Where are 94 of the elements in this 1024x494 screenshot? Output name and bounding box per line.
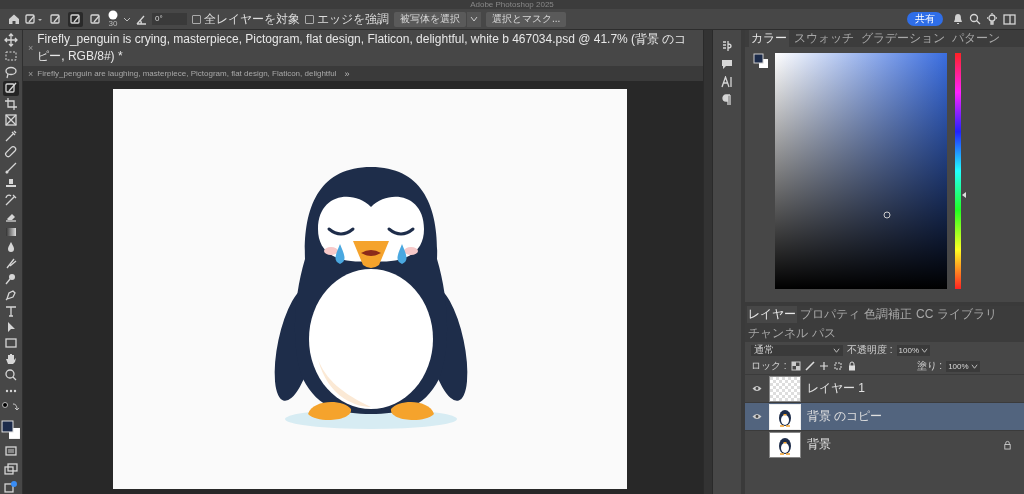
panel-tab[interactable]: カラー [749, 30, 789, 47]
window-title: Adobe Photoshop 2025 [470, 0, 554, 9]
crop-icon[interactable] [3, 96, 19, 112]
selection-add-icon[interactable] [68, 11, 83, 27]
fill-label: 塗り : [916, 359, 943, 373]
eyedropper-icon[interactable] [3, 128, 19, 144]
select-subject-button[interactable]: 被写体を選択 [394, 11, 466, 27]
dropdown-button[interactable] [467, 11, 481, 27]
lock-move-icon[interactable] [818, 361, 829, 371]
rectangle-icon[interactable] [3, 335, 19, 351]
select-and-mask-button[interactable]: 選択とマスク... [486, 11, 567, 27]
eye-icon[interactable] [752, 385, 762, 392]
lock-transparency-icon[interactable] [790, 361, 801, 371]
caret-icon [833, 346, 840, 354]
opacity-label: 不透明度 : [847, 343, 893, 357]
home-icon[interactable] [8, 13, 20, 25]
lock-brush-icon[interactable] [804, 361, 815, 371]
brush-icon[interactable] [3, 160, 19, 176]
frame-icon[interactable] [3, 112, 19, 128]
close-tab-button[interactable]: × [28, 43, 34, 53]
lightbulb-icon[interactable] [986, 13, 998, 25]
history-brush-icon[interactable] [3, 192, 19, 208]
fill-value: 100% [948, 361, 969, 371]
layer-name: レイヤー 1 [807, 380, 866, 397]
checkbox[interactable] [305, 14, 314, 24]
panel-tab[interactable]: CC ライブラリ [915, 306, 998, 323]
vertical-scrollbar[interactable] [703, 30, 712, 494]
tab-title: Firefly_penguin are laughing, masterpiece, Pictogram, flat design, Flaticon, delightful [37, 69, 337, 78]
brush-size-value: 30 [108, 20, 118, 28]
checkbox-label: 全レイヤーを対象 [204, 10, 300, 28]
type-icon[interactable] [3, 303, 19, 319]
layer-row[interactable]: 背景 のコピー [745, 402, 1024, 430]
selection-new-icon[interactable] [48, 11, 63, 27]
panel-tab[interactable]: プロパティ [799, 306, 861, 323]
caret-icon[interactable] [921, 346, 929, 354]
panel-tab[interactable]: チャンネル [747, 325, 809, 342]
rectangle-marquee-icon[interactable] [3, 48, 19, 64]
panel-tab[interactable]: パターン [950, 30, 1002, 47]
checkbox[interactable] [192, 14, 201, 24]
character-icon[interactable] [721, 76, 733, 88]
layer-name: 背景 のコピー [807, 408, 884, 425]
caret-icon [470, 15, 478, 23]
share-button[interactable]: 共有 [907, 12, 943, 26]
penguin-thumbnail [769, 431, 801, 458]
layer-name: 背景 [807, 436, 832, 453]
tab-title: Firefly_penguin is crying, masterpiece, Pictogram, flat design, Flaticon, delightful, white b 467034.psd @ 41.7% (背景 のコピー, RGB/8#) * [37, 31, 688, 65]
angle-field[interactable]: 0° [152, 13, 187, 25]
penguin-thumbnail [769, 403, 801, 430]
zoom-icon[interactable] [3, 367, 19, 383]
document-tab[interactable]: × Firefly_penguin are laughing, masterpiece, Pictogram, flat design, Flaticon, delightful [23, 66, 342, 81]
lasso-icon[interactable] [3, 64, 19, 80]
fill-field[interactable]: 100% [946, 360, 980, 372]
quick-mask-icon[interactable] [4, 444, 18, 458]
color-swatches-icon[interactable] [1, 420, 21, 441]
panel-tab[interactable]: スウォッチ [792, 30, 856, 47]
opacity-value: 100% [898, 345, 920, 355]
document-tab[interactable]: × Firefly_penguin is crying, masterpiece, Pictogram, flat design, Flaticon, delightful, white b 467034.psd @ 41.7% (背景 のコピー, RGB/8#) * [23, 30, 703, 66]
quick-select-icon[interactable] [3, 80, 19, 96]
checkbox-label: エッジを強調 [317, 10, 389, 28]
panel-tab[interactable]: 色調補正 [863, 306, 913, 323]
paragraph-icon[interactable] [721, 94, 733, 106]
comment-icon[interactable] [721, 58, 733, 70]
lock-icon[interactable] [846, 361, 857, 371]
blend-mode-value: 通常 [754, 343, 774, 357]
opacity-field[interactable]: 100% [896, 344, 931, 356]
blend-mode-dropdown[interactable]: 通常 [751, 344, 843, 356]
caret-icon[interactable] [970, 362, 978, 370]
share-layers-icon[interactable] [4, 479, 18, 494]
eye-icon[interactable] [752, 413, 762, 420]
bell-icon[interactable] [952, 13, 964, 25]
hand-icon[interactable] [3, 351, 19, 367]
panel-tab[interactable]: レイヤー [747, 306, 797, 323]
panel-tab[interactable]: パス [811, 325, 837, 342]
history-icon[interactable] [721, 40, 733, 52]
color-field[interactable] [775, 53, 947, 289]
brush-preview-icon[interactable] [108, 10, 118, 20]
bandage-icon[interactable] [3, 144, 19, 160]
panel-tab[interactable]: グラデーション [859, 30, 947, 47]
hue-slider-handle[interactable] [962, 191, 966, 198]
layer-row[interactable]: 背景 [745, 430, 1024, 458]
lock-artboard-icon[interactable] [832, 361, 843, 371]
selection-subtract-icon[interactable] [88, 11, 103, 27]
lock-label: ロック : [751, 359, 787, 373]
angle-icon [136, 13, 147, 25]
close-tab-button[interactable]: × [28, 68, 34, 79]
move-icon[interactable] [3, 33, 19, 48]
quick-select-preset-icon[interactable] [25, 13, 43, 25]
panel-layout-icon[interactable] [1003, 13, 1016, 25]
color-swatches-icon[interactable] [753, 53, 769, 69]
tabs-overflow-button[interactable]: » [341, 66, 353, 81]
transparent-thumbnail [769, 375, 801, 402]
color-picker-handle[interactable] [883, 211, 891, 219]
screen-mode-icon[interactable] [4, 462, 18, 476]
search-icon[interactable] [969, 13, 981, 25]
